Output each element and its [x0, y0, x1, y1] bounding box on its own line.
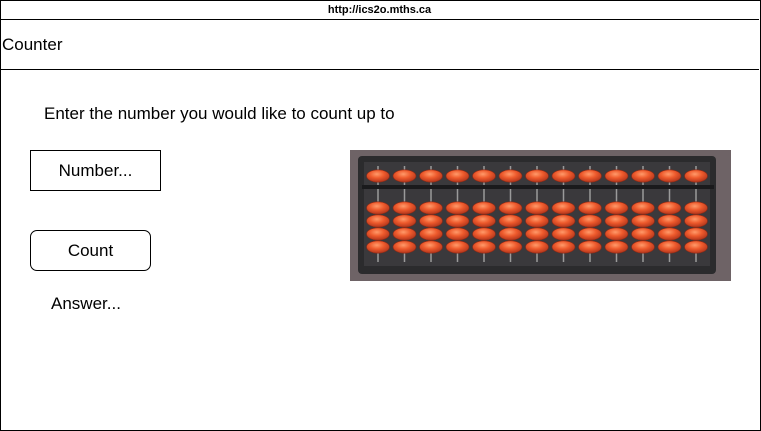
abacus-bead	[445, 201, 470, 215]
instruction-text: Enter the number you would like to count…	[44, 104, 395, 123]
abacus-bead	[445, 214, 470, 228]
abacus-bead	[578, 227, 602, 241]
abacus-bead	[578, 169, 602, 183]
abacus-bead	[419, 214, 443, 228]
abacus-bead	[657, 169, 682, 183]
abacus-bead	[604, 227, 629, 241]
abacus-bead	[525, 201, 549, 215]
abacus-bead	[631, 227, 655, 241]
abacus-bead	[472, 240, 496, 254]
abacus-bead	[525, 227, 549, 241]
abacus-bead	[551, 201, 576, 215]
abacus-bead	[604, 240, 629, 254]
abacus-bead	[631, 201, 655, 215]
abacus-bead	[392, 227, 417, 241]
abacus-bead	[498, 240, 523, 254]
abacus-bead	[684, 214, 708, 228]
abacus-bead	[498, 169, 523, 183]
abacus-bead	[657, 201, 682, 215]
abacus-bead	[551, 214, 576, 228]
abacus-bead	[498, 214, 523, 228]
abacus-bead	[578, 214, 602, 228]
abacus-bead	[525, 240, 549, 254]
abacus-bead	[657, 227, 682, 241]
abacus-bead	[472, 214, 496, 228]
abacus-bead	[551, 169, 576, 183]
abacus-bead	[472, 169, 496, 183]
abacus-bead	[657, 240, 682, 254]
abacus-bead	[419, 240, 443, 254]
abacus-bead	[631, 214, 655, 228]
number-input[interactable]	[30, 150, 161, 191]
abacus-bead	[472, 227, 496, 241]
abacus-bead	[684, 227, 708, 241]
abacus-bead	[366, 240, 390, 254]
address-bar: http://ics2o.mths.ca	[0, 0, 759, 20]
abacus-bead	[657, 214, 682, 228]
abacus-bead	[604, 169, 629, 183]
abacus-bead	[392, 169, 417, 183]
abacus-bead	[392, 201, 417, 215]
abacus-image	[350, 150, 731, 281]
abacus-bead	[392, 240, 417, 254]
abacus-bead	[684, 169, 708, 183]
url-text: http://ics2o.mths.ca	[327, 4, 432, 16]
abacus-bead	[578, 240, 602, 254]
abacus-bead	[498, 227, 523, 241]
abacus-bead	[631, 240, 655, 254]
abacus-bead	[525, 169, 549, 183]
abacus-bead	[578, 201, 602, 215]
abacus-bead	[684, 201, 708, 215]
title-bar: Counter	[0, 20, 759, 70]
abacus-bead	[366, 227, 390, 241]
abacus-bead	[366, 201, 390, 215]
abacus-bead	[525, 214, 549, 228]
abacus-bead	[445, 227, 470, 241]
answer-text: Answer...	[51, 294, 121, 313]
count-button[interactable]: Count	[30, 230, 151, 271]
abacus-bead	[445, 240, 470, 254]
abacus-bead	[419, 169, 443, 183]
abacus-bead	[419, 227, 443, 241]
abacus-bead	[366, 169, 390, 183]
abacus-bead	[445, 169, 470, 183]
abacus-bead	[551, 227, 576, 241]
abacus-bead	[472, 201, 496, 215]
abacus-bead	[419, 201, 443, 215]
abacus-bead	[684, 240, 708, 254]
app-title: Counter	[2, 35, 63, 54]
abacus-bead	[631, 169, 655, 183]
abacus-bead	[551, 240, 576, 254]
abacus-bead	[366, 214, 390, 228]
abacus-bead	[498, 201, 523, 215]
abacus-bead	[604, 214, 629, 228]
abacus-bead	[604, 201, 629, 215]
abacus-bead	[392, 214, 417, 228]
